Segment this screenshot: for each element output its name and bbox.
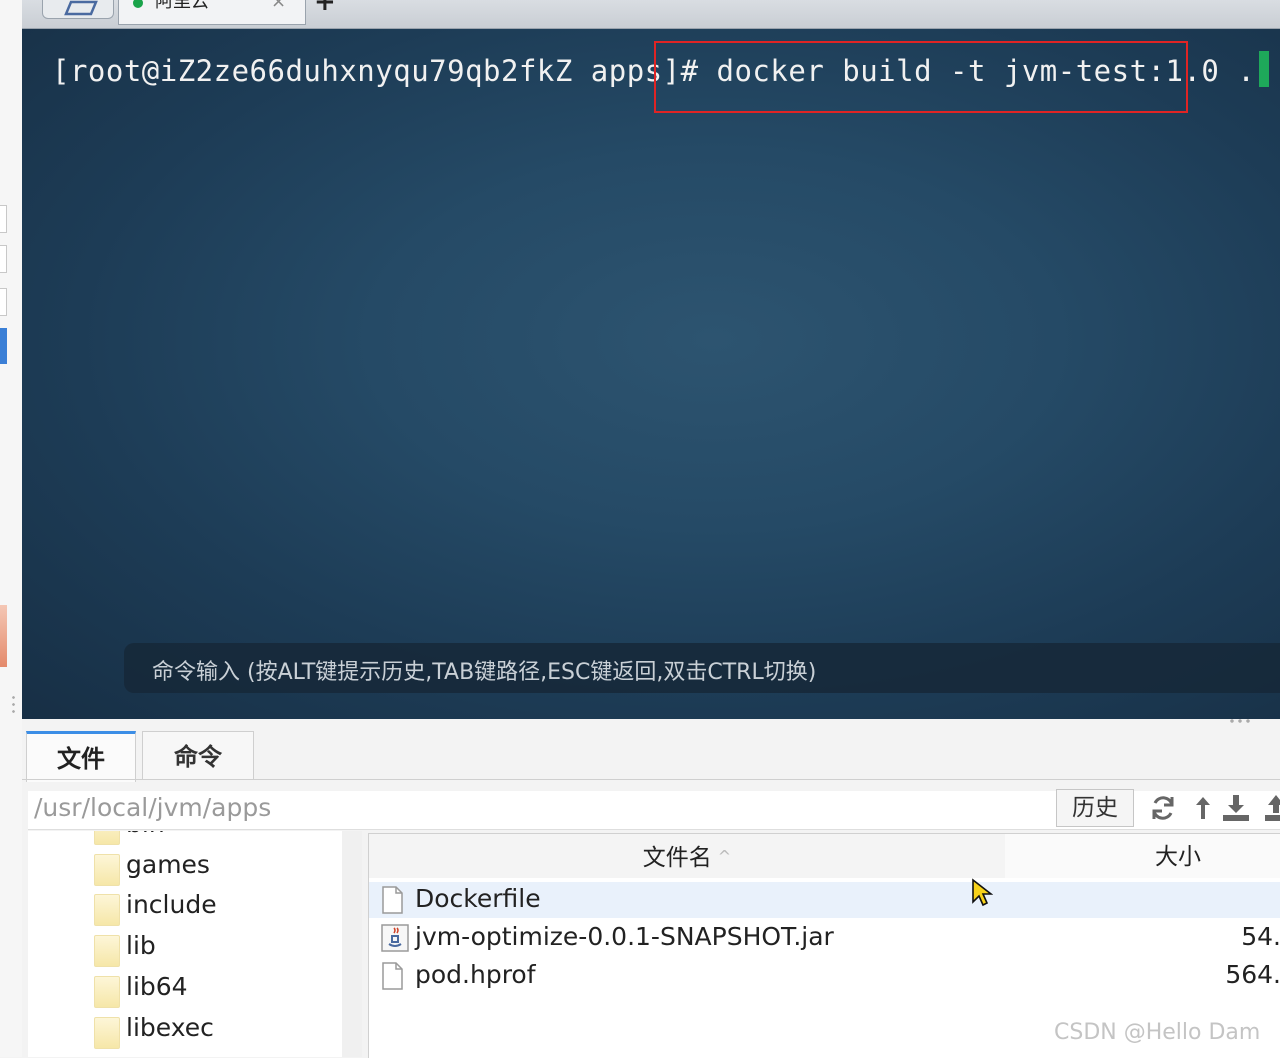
- file-row[interactable]: pod.hprof 564.: [369, 958, 1280, 994]
- folder-icon: [94, 854, 120, 886]
- file-name: jvm-optimize-0.0.1-SNAPSHOT.jar: [415, 922, 834, 951]
- mouse-pointer-icon: [972, 878, 993, 907]
- folder-icon: [94, 935, 120, 967]
- folder-icon: [64, 0, 98, 16]
- file-icon: [382, 962, 403, 990]
- directory-tree[interactable]: bin games include lib lib64 libexec: [28, 831, 342, 1057]
- command-highlight-box: [654, 41, 1188, 113]
- edge-mark: [0, 288, 7, 316]
- up-dir-icon[interactable]: [1192, 793, 1214, 823]
- column-header-name[interactable]: 文件名 ^: [369, 834, 1005, 878]
- command-input-placeholder: 命令输入 (按ALT键提示历史,TAB键路径,ESC键返回,双击CTRL切换): [152, 660, 817, 685]
- download-icon[interactable]: [1220, 793, 1252, 823]
- session-tab-bar: 阿里云 × +: [22, 0, 1280, 29]
- command-input-bar[interactable]: 命令输入 (按ALT键提示历史,TAB键路径,ESC键返回,双击CTRL切换): [124, 643, 1280, 693]
- tree-scrollbar[interactable]: [342, 831, 362, 1057]
- panel-resize-grip[interactable]: [1228, 719, 1254, 723]
- file-name: pod.hprof: [415, 960, 536, 989]
- java-jar-icon: [381, 924, 409, 952]
- terminal-cursor: [1259, 51, 1270, 87]
- file-name: Dockerfile: [415, 884, 541, 913]
- path-bar: /usr/local/jvm/apps 历史: [28, 789, 1280, 830]
- splitter-grip[interactable]: [12, 694, 15, 716]
- folder-icon: [94, 831, 120, 845]
- file-icon: [382, 886, 403, 914]
- file-row[interactable]: Dockerfile: [369, 882, 1280, 918]
- file-row[interactable]: jvm-optimize-0.0.1-SNAPSHOT.jar 54.: [369, 920, 1280, 956]
- file-size: 54.: [1241, 922, 1280, 951]
- folder-icon: [94, 1017, 120, 1049]
- edge-highlight: [0, 328, 7, 364]
- tab-commands[interactable]: 命令: [142, 731, 254, 780]
- tab-close-icon[interactable]: ×: [271, 0, 286, 14]
- column-header-size[interactable]: 大小: [1005, 834, 1280, 878]
- background-window-edge: [0, 0, 23, 1057]
- tab-divider: [22, 779, 1280, 780]
- terminal-pane[interactable]: [root@iZ2ze66duhxnyqu79qb2fkZ apps]# doc…: [22, 29, 1280, 719]
- history-button[interactable]: 历史: [1056, 789, 1134, 827]
- refresh-icon[interactable]: [1148, 793, 1178, 823]
- path-input[interactable]: /usr/local/jvm/apps: [34, 793, 271, 822]
- tab-session-aliyun[interactable]: 阿里云 ×: [118, 0, 306, 25]
- tab-title: 阿里云: [155, 0, 209, 12]
- shell-prompt: [root@iZ2ze66duhxnyqu79qb2fkZ apps]#: [52, 54, 717, 88]
- file-size: 564.: [1225, 960, 1280, 989]
- add-tab-icon[interactable]: +: [314, 0, 336, 15]
- edge-thumbnail: [0, 605, 7, 667]
- folder-icon: [94, 976, 120, 1008]
- tab-files[interactable]: 文件: [26, 731, 136, 782]
- edge-mark: [0, 205, 7, 233]
- upload-icon[interactable]: [1262, 793, 1280, 823]
- watermark: CSDN @Hello Dam: [1054, 1020, 1261, 1045]
- folder-icon: [94, 894, 120, 926]
- folder-tab[interactable]: [42, 0, 114, 19]
- sort-ascending-icon: ^: [717, 847, 732, 866]
- edge-mark: [0, 245, 7, 273]
- bottom-panel: 文件 命令 /usr/local/jvm/apps 历史 bin: [22, 719, 1280, 1058]
- connected-status-icon: [133, 0, 143, 8]
